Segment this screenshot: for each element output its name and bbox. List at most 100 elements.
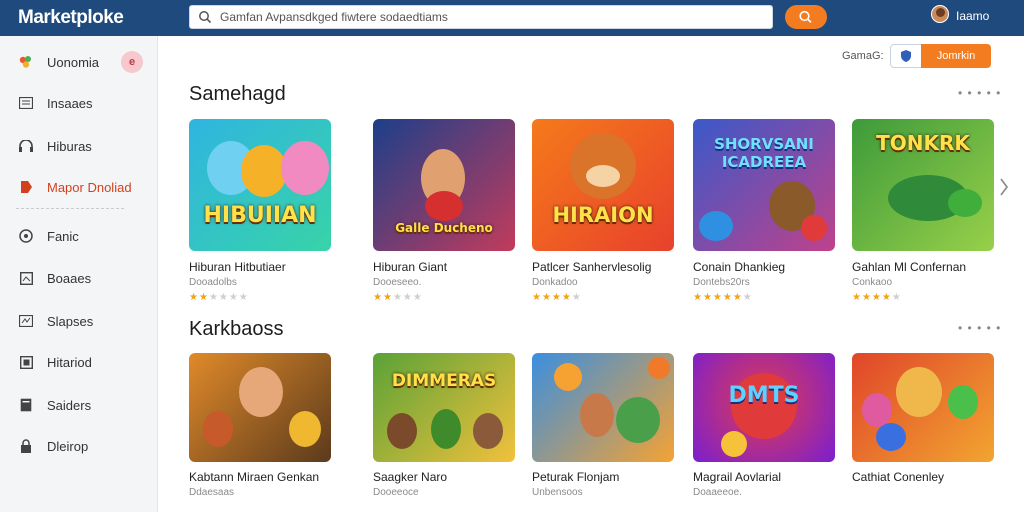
- sidebar-item-fanic[interactable]: Fanic: [0, 218, 158, 254]
- top-bar: Marketploke Iaamo: [0, 0, 1024, 36]
- game-thumbnail[interactable]: [532, 353, 674, 462]
- game-card[interactable]: Galle Ducheno Hiburan Giant Dooeseeo. ★★…: [373, 119, 515, 303]
- thumbnail-title: DIMMERAS: [391, 371, 497, 391]
- card-title: Patlcer Sanhervlesolig: [532, 260, 652, 274]
- card-subtitle: Dontebs20rs: [693, 277, 750, 288]
- game-thumbnail[interactable]: TONKRK: [852, 119, 994, 251]
- card-title: Kabtann Miraen Genkan: [189, 470, 320, 484]
- section-title: Samehagd: [189, 83, 286, 105]
- thumbnail-title: TONKRK: [876, 131, 970, 155]
- grid-icon: [18, 313, 34, 329]
- game-thumbnail[interactable]: [189, 353, 331, 462]
- game-card[interactable]: Peturak Flonjam Unbensoos: [532, 353, 674, 498]
- user-name[interactable]: Iaamo: [956, 9, 989, 23]
- game-card[interactable]: Cathiat Conenley: [852, 353, 994, 484]
- more-options-icon[interactable]: • • • • •: [958, 86, 1001, 100]
- game-thumbnail[interactable]: Galle Ducheno: [373, 119, 515, 251]
- game-card[interactable]: HIRAION Patlcer Sanhervlesolig Donkadoo …: [532, 119, 674, 303]
- game-thumbnail[interactable]: HIRAION: [532, 119, 674, 251]
- filter-toggle[interactable]: [890, 44, 922, 68]
- game-card[interactable]: SHORVSANI ICADREEA Conain Dhankieg Donte…: [693, 119, 835, 303]
- sidebar-item-label: Uonomia: [47, 54, 100, 70]
- sidebar-item-label: Insaaes: [47, 95, 93, 111]
- chevron-right-icon[interactable]: [997, 175, 1011, 199]
- game-thumbnail[interactable]: DIMMERAS: [373, 353, 515, 462]
- sidebar-item-mapor-dnoliad[interactable]: Mapor Dnoliad: [0, 169, 158, 205]
- sidebar-item-boaaes[interactable]: Boaaes: [0, 260, 158, 296]
- card-title: Saagker Naro: [373, 470, 448, 484]
- card-subtitle: Dooeseeo.: [373, 277, 422, 288]
- thumbnail-title: DMTS: [728, 383, 800, 408]
- card-title: Gahlan Ml Confernan: [852, 260, 967, 274]
- app-logo[interactable]: Marketploke: [18, 7, 124, 29]
- sidebar-item-uonomia[interactable]: Uonomia e: [0, 44, 158, 80]
- search-icon: [199, 11, 212, 24]
- search-box[interactable]: [189, 5, 773, 29]
- box-icon: [18, 270, 34, 286]
- thumbnail-title: HIBUIIAN: [203, 203, 317, 228]
- leaf-icon: [18, 54, 34, 70]
- notification-badge: e: [121, 51, 143, 73]
- sidebar-item-insaaes[interactable]: Insaaes: [0, 85, 158, 121]
- game-card[interactable]: HIBUIIAN Hiburan Hitbutiaer Dooadolbs ★★…: [189, 119, 331, 303]
- game-thumbnail[interactable]: SHORVSANI ICADREEA: [693, 119, 835, 251]
- sidebar-item-hiburas[interactable]: Hiburas: [0, 128, 158, 164]
- thumbnail-title: SHORVSANI ICADREEA: [714, 135, 814, 171]
- sidebar-item-label: Mapor Dnoliad: [47, 179, 132, 195]
- card-title: Cathiat Conenley: [852, 470, 945, 484]
- more-options-icon[interactable]: • • • • •: [958, 321, 1001, 335]
- game-card[interactable]: TONKRK Gahlan Ml Confernan Conkaoo ★★★★★: [852, 119, 994, 303]
- game-card[interactable]: Kabtann Miraen Genkan Ddaesaas: [189, 353, 331, 498]
- sidebar-item-label: Dleirop: [47, 438, 89, 454]
- filter-button[interactable]: Jomrkin: [921, 44, 991, 68]
- card-subtitle: Unbensoos: [532, 487, 583, 498]
- rating-stars: ★★★★★: [852, 292, 902, 303]
- game-thumbnail[interactable]: DMTS: [693, 353, 835, 462]
- card-subtitle: Doaaeeoe.: [693, 487, 742, 498]
- card-subtitle: Conkaoo: [852, 277, 893, 288]
- card-title: Hiburan Giant: [373, 260, 448, 274]
- sidebar-item-dleirop[interactable]: Dleirop: [0, 428, 158, 464]
- rating-stars: ★★★★★: [373, 292, 423, 303]
- card-subtitle: Ddaesaas: [189, 487, 235, 498]
- sidebar-item-slapses[interactable]: Slapses: [0, 303, 158, 339]
- game-thumbnail[interactable]: [852, 353, 994, 462]
- thumbnail-title: Galle Ducheno: [395, 221, 493, 235]
- card-title: Hiburan Hitbutiaer: [189, 260, 286, 274]
- game-card[interactable]: DMTS Magrail Aovlarial Doaaeeoe.: [693, 353, 835, 498]
- tag-icon: [18, 179, 34, 195]
- filter-label: GamaG:: [842, 50, 884, 62]
- search-input[interactable]: [220, 6, 760, 28]
- avatar[interactable]: [931, 5, 949, 23]
- rating-stars: ★★★★★: [532, 292, 582, 303]
- search-button[interactable]: [785, 5, 827, 29]
- list-icon: [18, 95, 34, 111]
- sidebar-item-label: Saiders: [47, 397, 92, 413]
- game-card[interactable]: DIMMERAS Saagker Naro Dooeeoce: [373, 353, 515, 498]
- sidebar-item-label: Fanic: [47, 228, 79, 244]
- card-title: Peturak Flonjam: [532, 470, 620, 484]
- sidebar-item-label: Slapses: [47, 313, 94, 329]
- card-subtitle: Donkadoo: [532, 277, 578, 288]
- sidebar-item-label: Boaaes: [47, 270, 92, 286]
- lock-icon: [18, 438, 34, 454]
- square-icon: [18, 354, 34, 370]
- card-subtitle: Dooeeoce: [373, 487, 419, 498]
- sidebar-item-label: Hitariod: [47, 354, 92, 370]
- sidebar-item-label: Hiburas: [47, 138, 92, 154]
- sidebar: Uonomia e Insaaes Hiburas Mapor Dnoliad …: [0, 36, 158, 512]
- headphones-icon: [18, 138, 34, 154]
- card-title: Magrail Aovlarial: [693, 470, 782, 484]
- sidebar-item-saiders[interactable]: Saiders: [0, 387, 158, 423]
- shield-icon: [901, 50, 911, 62]
- sidebar-divider: [16, 208, 124, 209]
- doc-icon: [18, 397, 34, 413]
- card-subtitle: Dooadolbs: [189, 277, 237, 288]
- sidebar-item-hitariod[interactable]: Hitariod: [0, 344, 158, 380]
- section-title: Karkbaoss: [189, 318, 284, 340]
- game-thumbnail[interactable]: HIBUIIAN: [189, 119, 331, 251]
- disc-icon: [18, 228, 34, 244]
- rating-stars: ★★★★★★: [189, 292, 249, 303]
- card-title: Conain Dhankieg: [693, 260, 786, 274]
- rating-stars: ★★★★★★: [693, 292, 753, 303]
